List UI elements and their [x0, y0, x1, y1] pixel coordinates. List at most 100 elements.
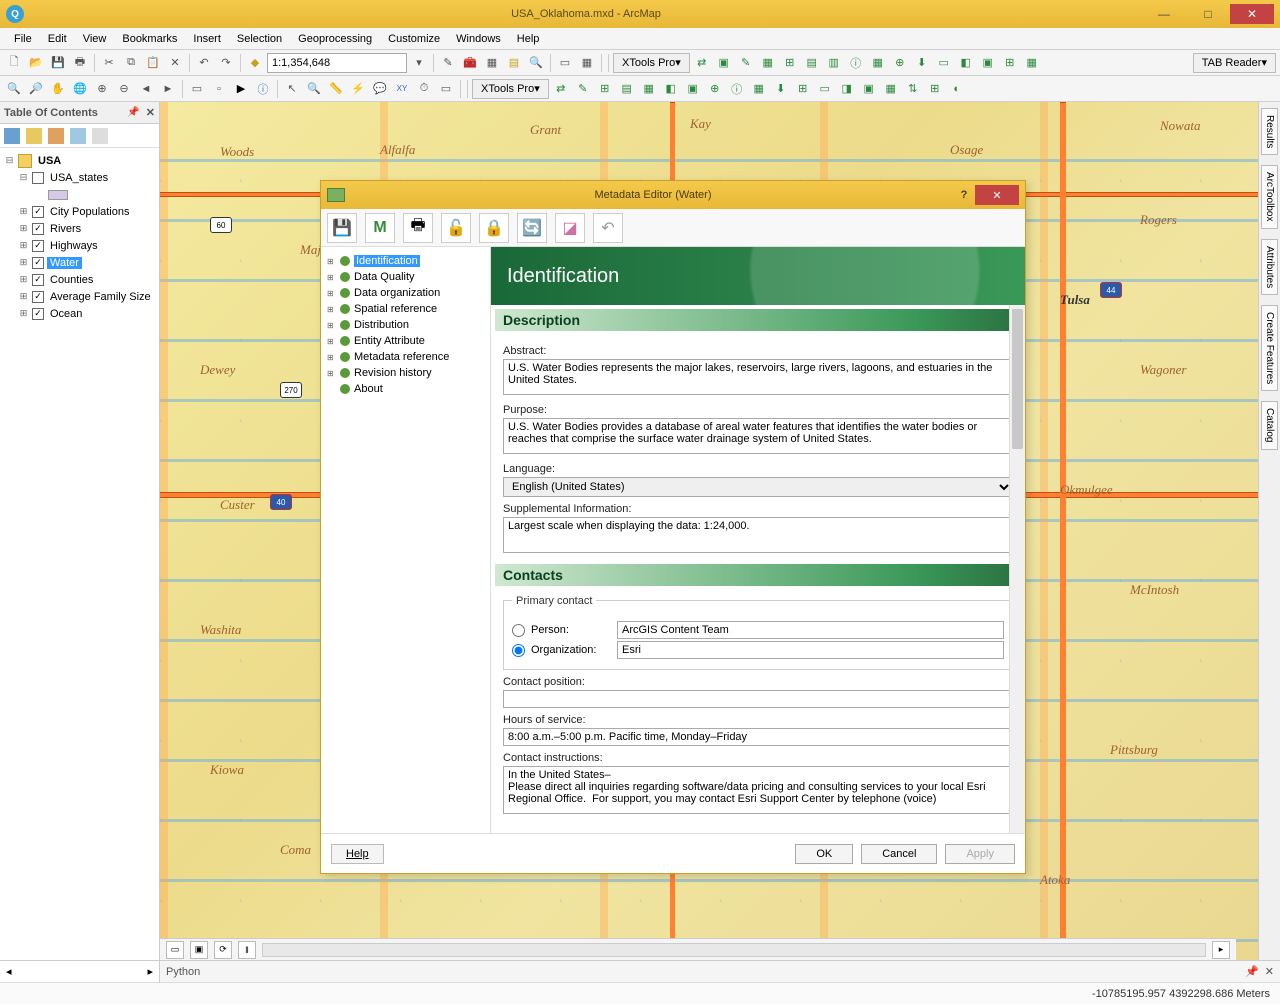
dialog-close-button[interactable]: ✕	[975, 185, 1019, 205]
xtools-pro-button[interactable]: XTools Pro ▾	[613, 53, 690, 73]
organization-radio[interactable]	[512, 644, 525, 657]
save-icon[interactable]: 💾	[48, 53, 68, 73]
xt-icon[interactable]: ▣	[978, 53, 998, 73]
tab-reader-button[interactable]: TAB Reader ▾	[1193, 53, 1276, 73]
layer-checkbox[interactable]	[32, 172, 44, 184]
measure-icon[interactable]: 📏	[326, 79, 346, 99]
xt-icon[interactable]: ▦	[758, 53, 778, 73]
new-icon[interactable]: 🗋	[4, 53, 24, 73]
fixed-zoom-out-icon[interactable]: ⊖	[114, 79, 134, 99]
undo-icon[interactable]: ↶	[194, 53, 214, 73]
layer-label[interactable]: Counties	[47, 274, 96, 286]
xt2-icon[interactable]: ◨	[837, 79, 857, 99]
delete-icon[interactable]: ✕	[165, 53, 185, 73]
undo-icon[interactable]: ↶	[593, 213, 623, 243]
layer-label[interactable]: City Populations	[47, 206, 133, 218]
dataframe-label[interactable]: USA	[35, 155, 64, 167]
tree-node[interactable]: Data Quality	[354, 271, 415, 283]
refresh-icon[interactable]: 🔄	[517, 213, 547, 243]
xt-icon[interactable]: ⬇	[912, 53, 932, 73]
tree-node[interactable]: Entity Attribute	[354, 335, 425, 347]
organization-input[interactable]	[617, 641, 1004, 659]
contact-position-input[interactable]	[503, 690, 1013, 708]
prev-extent-icon[interactable]: ◄	[136, 79, 156, 99]
layer-label[interactable]: Average Family Size	[47, 291, 154, 303]
xt2-icon[interactable]: ⇅	[903, 79, 923, 99]
xt2-icon[interactable]: ⊕	[705, 79, 725, 99]
scale-input[interactable]	[267, 53, 407, 73]
help-button[interactable]: Help	[331, 844, 384, 864]
menu-selection[interactable]: Selection	[229, 31, 290, 47]
apply-button[interactable]: Apply	[945, 844, 1015, 864]
python-window-tab[interactable]: Python 📌 ✕	[160, 961, 1280, 982]
dock-tab-results[interactable]: Results	[1261, 108, 1278, 155]
clear-selection-icon[interactable]: ▫	[209, 79, 229, 99]
paste-icon[interactable]: 📋	[143, 53, 163, 73]
layer-checkbox[interactable]	[32, 206, 44, 218]
layer-checkbox[interactable]	[32, 308, 44, 320]
xt-icon[interactable]: ⊕	[890, 53, 910, 73]
fixed-zoom-in-icon[interactable]: ⊕	[92, 79, 112, 99]
toolbox-icon[interactable]: 🧰	[460, 53, 480, 73]
xt2-icon[interactable]: ⊞	[925, 79, 945, 99]
xt2-icon[interactable]: ⊞	[793, 79, 813, 99]
layer-checkbox[interactable]	[32, 291, 44, 303]
editor-toolbar-icon[interactable]: ✎	[438, 53, 458, 73]
maximize-button[interactable]: □	[1186, 4, 1230, 24]
xt2-icon[interactable]: ▦	[749, 79, 769, 99]
layer-label[interactable]: Rivers	[47, 223, 84, 235]
tree-node[interactable]: Distribution	[354, 319, 409, 331]
menu-windows[interactable]: Windows	[448, 31, 509, 47]
layer-checkbox[interactable]	[32, 274, 44, 286]
supplemental-input[interactable]: Largest scale when displaying the data: …	[503, 517, 1013, 553]
layer-label[interactable]: Ocean	[47, 308, 85, 320]
metadata-tree[interactable]: ⊞Identification ⊞Data Quality ⊞Data orga…	[321, 247, 491, 833]
window-close-button[interactable]: ✕	[1230, 4, 1274, 24]
refresh-icon[interactable]: ⟳	[214, 941, 232, 959]
xt-icon[interactable]: ⊞	[780, 53, 800, 73]
tree-node[interactable]: Revision history	[354, 367, 432, 379]
horizontal-scrollbar[interactable]	[262, 943, 1206, 957]
dock-tab-arctoolbox[interactable]: ArcToolbox	[1261, 165, 1278, 228]
data-view-tab[interactable]: ▭	[166, 941, 184, 959]
xt-icon[interactable]: ▣	[714, 53, 734, 73]
xtools-pro-button-2[interactable]: XTools Pro ▾	[472, 79, 549, 99]
xt-icon[interactable]: ▥	[824, 53, 844, 73]
zoom-in-icon[interactable]: 🔍	[4, 79, 24, 99]
toc-bottom-scroll[interactable]: ◂▸	[0, 961, 160, 982]
dock-tab-catalog[interactable]: Catalog	[1261, 401, 1278, 449]
xt2-icon[interactable]: ⬇	[771, 79, 791, 99]
dock-tab-attributes[interactable]: Attributes	[1261, 239, 1278, 295]
xt-icon[interactable]: ⊞	[1000, 53, 1020, 73]
person-input[interactable]	[617, 621, 1004, 639]
cancel-button[interactable]: Cancel	[861, 844, 937, 864]
xy-icon[interactable]: XY	[392, 79, 412, 99]
xt2-icon[interactable]: ⇄	[551, 79, 571, 99]
catalog-icon[interactable]: ▤	[504, 53, 524, 73]
menu-insert[interactable]: Insert	[185, 31, 229, 47]
xt-icon[interactable]: ✎	[736, 53, 756, 73]
save-metadata-icon[interactable]: 💾	[327, 213, 357, 243]
copy-icon[interactable]: ⧉	[121, 53, 141, 73]
xt2-icon[interactable]: ◐	[947, 79, 967, 99]
erase-icon[interactable]: ◪	[555, 213, 585, 243]
menu-view[interactable]: View	[75, 31, 115, 47]
tree-node[interactable]: Data organization	[354, 287, 440, 299]
layout-view-tab[interactable]: ▣	[190, 941, 208, 959]
identify-icon[interactable]: ⓘ	[253, 79, 273, 99]
toc-tree[interactable]: ⊟USA ⊟USA_states ⊞City Populations ⊞Rive…	[0, 148, 159, 960]
xt2-icon[interactable]: ▦	[881, 79, 901, 99]
xt-icon[interactable]: ▭	[934, 53, 954, 73]
xt2-icon[interactable]: ▭	[815, 79, 835, 99]
lock-icon[interactable]: 🔓	[441, 213, 471, 243]
redo-icon[interactable]: ↷	[216, 53, 236, 73]
hyperlink-icon[interactable]: ⚡	[348, 79, 368, 99]
close-icon[interactable]: ✕	[1265, 965, 1274, 978]
tree-node[interactable]: About	[354, 383, 383, 395]
xt-icon[interactable]: ⓘ	[846, 53, 866, 73]
symbol-swatch[interactable]	[48, 190, 68, 200]
add-data-icon[interactable]: ◆	[245, 53, 265, 73]
find-icon[interactable]: 🔍	[304, 79, 324, 99]
menu-customize[interactable]: Customize	[380, 31, 448, 47]
pin-icon[interactable]: 📌	[1245, 965, 1259, 978]
